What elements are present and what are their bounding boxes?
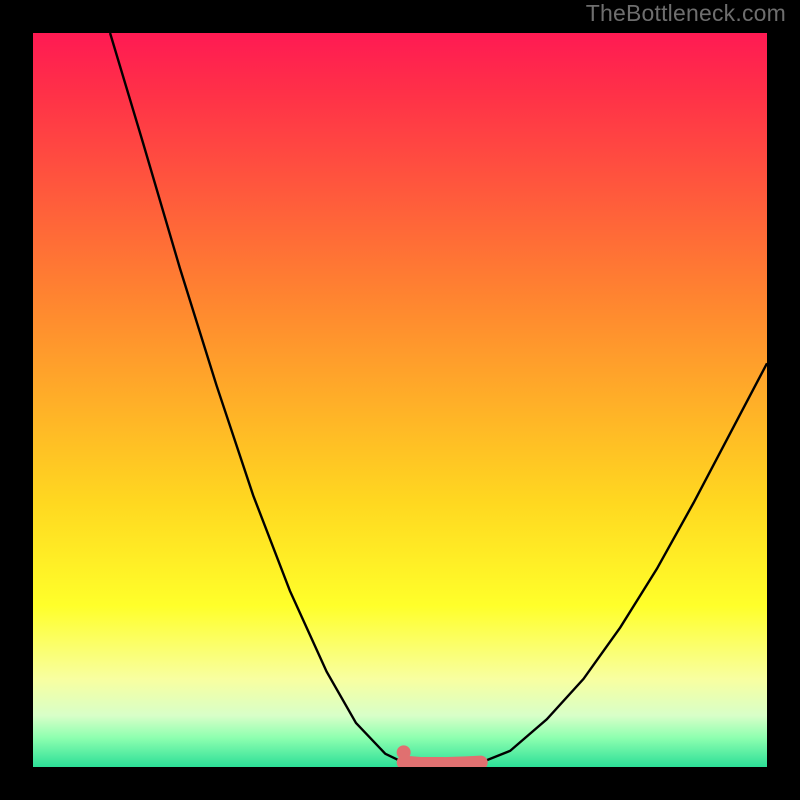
chart-svg [33, 33, 767, 767]
left-dot [397, 745, 411, 759]
floor-segment [404, 763, 481, 764]
plot-area [33, 33, 767, 767]
left-curve [110, 33, 404, 763]
chart-stage: TheBottleneck.com [0, 0, 800, 800]
watermark-text: TheBottleneck.com [586, 0, 786, 27]
right-curve [481, 363, 767, 762]
